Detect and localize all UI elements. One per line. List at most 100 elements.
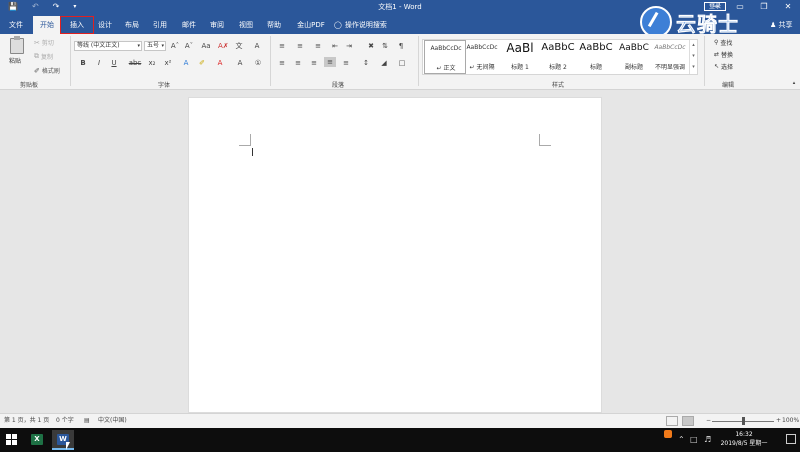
underline-button[interactable]: U (109, 58, 119, 68)
find-button[interactable]: ⚲ 查找 (714, 38, 732, 47)
grow-font-icon[interactable]: Aˆ (170, 41, 180, 51)
font-size-select[interactable]: 五号 ▾ (144, 41, 166, 51)
style-normal[interactable]: AaBbCcDc ↵ 正文 (424, 40, 466, 74)
collapse-ribbon-icon[interactable]: ▴ (790, 78, 798, 88)
chevron-down-icon: ▾ (137, 43, 140, 49)
tell-me-search[interactable]: ◯ 操作说明搜索 (334, 16, 387, 34)
taskbar-word[interactable]: W (52, 430, 74, 450)
zoom-slider-thumb[interactable] (741, 417, 745, 425)
clear-format-icon[interactable]: A✗ (218, 41, 229, 51)
char-shading-icon[interactable]: A (234, 58, 246, 68)
paste-button[interactable]: 粘贴 (9, 56, 21, 65)
tab-home[interactable]: 开始 (33, 16, 61, 34)
increase-indent-icon[interactable]: ⇥ (344, 41, 354, 51)
document-page[interactable] (188, 97, 602, 413)
char-border-icon[interactable]: A (252, 41, 262, 51)
restore-icon[interactable]: ❐ (752, 0, 776, 14)
network-icon[interactable]: □ (690, 428, 698, 452)
font-color-icon[interactable]: A (214, 58, 226, 68)
undo-icon[interactable]: ↶ (32, 0, 39, 14)
italic-button[interactable]: I (94, 58, 104, 68)
notification-center-icon[interactable] (786, 434, 796, 444)
phonetic-guide-icon[interactable]: 文 (234, 41, 244, 51)
superscript-button[interactable]: x² (162, 58, 174, 68)
minimize-icon[interactable]: ▭ (728, 0, 752, 14)
style-no-spacing[interactable]: AaBbCcDc ↵ 无间隔 (461, 40, 503, 74)
sort-icon[interactable]: ⇅ (380, 41, 390, 51)
align-right-icon[interactable]: ≡ (308, 58, 320, 68)
shading-icon[interactable]: ◢ (378, 58, 390, 68)
justify-icon[interactable]: ≡ (324, 57, 336, 67)
chevron-down-icon[interactable]: ▾ (690, 51, 697, 62)
save-icon[interactable]: 💾 (8, 0, 18, 14)
enclose-char-icon[interactable]: ① (252, 58, 264, 68)
zoom-in-icon[interactable]: + (776, 414, 781, 428)
tab-review[interactable]: 审阅 (205, 16, 229, 34)
align-center-icon[interactable]: ≡ (292, 58, 304, 68)
print-layout-icon[interactable] (682, 416, 694, 426)
redo-icon[interactable]: ↷ (53, 0, 60, 14)
styles-scrollbar[interactable]: ▴ ▾ ▾ (689, 40, 697, 74)
highlight-color-icon[interactable]: ✐ (196, 58, 208, 68)
volume-icon[interactable]: ♬ (704, 428, 711, 452)
format-painter-button[interactable]: ✐ 格式刷 (34, 66, 60, 76)
font-name-select[interactable]: 等线 (中文正文) ▾ (74, 41, 142, 51)
taskbar-clock[interactable]: 16:32 2019/8/5 星期一 (716, 430, 772, 448)
cut-button[interactable]: ✂ 剪切 (34, 38, 54, 48)
tab-design[interactable]: 设计 (93, 16, 117, 34)
proofing-icon[interactable]: ▤ (84, 414, 90, 428)
style-title[interactable]: AaBbC 标题 (575, 40, 617, 74)
tab-references[interactable]: 引用 (148, 16, 172, 34)
text-effects-icon[interactable]: A (180, 58, 192, 68)
language-indicator[interactable]: 中文(中国) (98, 414, 127, 428)
align-left-icon[interactable]: ≡ (276, 58, 288, 68)
tab-file[interactable]: 文件 (4, 16, 28, 34)
borders-icon[interactable]: □ (396, 58, 408, 68)
strikethrough-button[interactable]: abc (128, 58, 142, 68)
zoom-out-icon[interactable]: − (706, 414, 711, 428)
tab-mailings[interactable]: 邮件 (177, 16, 201, 34)
windows-start-icon[interactable] (6, 434, 17, 445)
close-icon[interactable]: ✕ (776, 0, 800, 14)
line-spacing-icon[interactable]: ↕ (360, 58, 372, 68)
multilevel-list-icon[interactable]: ≡ (312, 41, 324, 51)
style-heading-2[interactable]: AaBbC 标题 2 (537, 40, 579, 74)
dropdown-icon[interactable]: ▾ (73, 0, 76, 14)
chevron-up-icon[interactable]: ▴ (690, 40, 697, 51)
tab-kingsoft-pdf[interactable]: 金山PDF (292, 16, 330, 34)
style-heading-1[interactable]: AaBl 标题 1 (499, 40, 541, 74)
zoom-level[interactable]: 100% (782, 414, 799, 428)
mouse-pointer-icon (66, 442, 70, 450)
distributed-icon[interactable]: ≡ (340, 58, 352, 68)
chinese-layout-icon[interactable]: ✖ (366, 41, 376, 51)
tab-view[interactable]: 视图 (234, 16, 258, 34)
title-bar: 💾 ↶ ↷ ▾ 文档1 - Word 登录 ─ ▭ ❐ ✕ (0, 0, 800, 14)
select-button[interactable]: ↖ 选择 (714, 62, 733, 71)
shrink-font-icon[interactable]: Aˇ (184, 41, 194, 51)
paste-icon[interactable] (10, 36, 24, 54)
tab-help[interactable]: 帮助 (262, 16, 286, 34)
replace-button[interactable]: ⇄ 替换 (714, 50, 733, 59)
change-case-icon[interactable]: Aa (200, 41, 212, 51)
subscript-button[interactable]: x₂ (146, 58, 158, 68)
style-subtle-emphasis[interactable]: AaBbCcDc 不明显强调 (649, 40, 691, 74)
show-hidden-icons[interactable]: ⌃ (678, 428, 685, 452)
more-styles-icon[interactable]: ▾ (690, 62, 697, 73)
numbering-icon[interactable]: ≡ (294, 41, 306, 51)
ribbon-display-icon[interactable]: ─ (704, 0, 728, 14)
read-mode-icon[interactable] (666, 416, 678, 426)
bold-button[interactable]: B (78, 58, 88, 68)
tab-layout[interactable]: 布局 (120, 16, 144, 34)
decrease-indent-icon[interactable]: ⇤ (330, 41, 340, 51)
page-count[interactable]: 第 1 页，共 1 页 (4, 414, 49, 428)
tray-app-icon[interactable] (664, 430, 672, 438)
share-button[interactable]: ♟ 共享 (770, 16, 793, 34)
web-layout-icon[interactable] (698, 416, 706, 426)
tab-insert[interactable]: 插入 (60, 16, 94, 34)
word-count[interactable]: 0 个字 (56, 414, 74, 428)
copy-button[interactable]: ⧉ 复制 (34, 52, 53, 61)
show-marks-icon[interactable]: ¶ (396, 41, 406, 51)
copy-icon: ⧉ (34, 52, 39, 60)
taskbar-excel[interactable]: X (26, 430, 48, 450)
bullets-icon[interactable]: ≡ (276, 41, 288, 51)
